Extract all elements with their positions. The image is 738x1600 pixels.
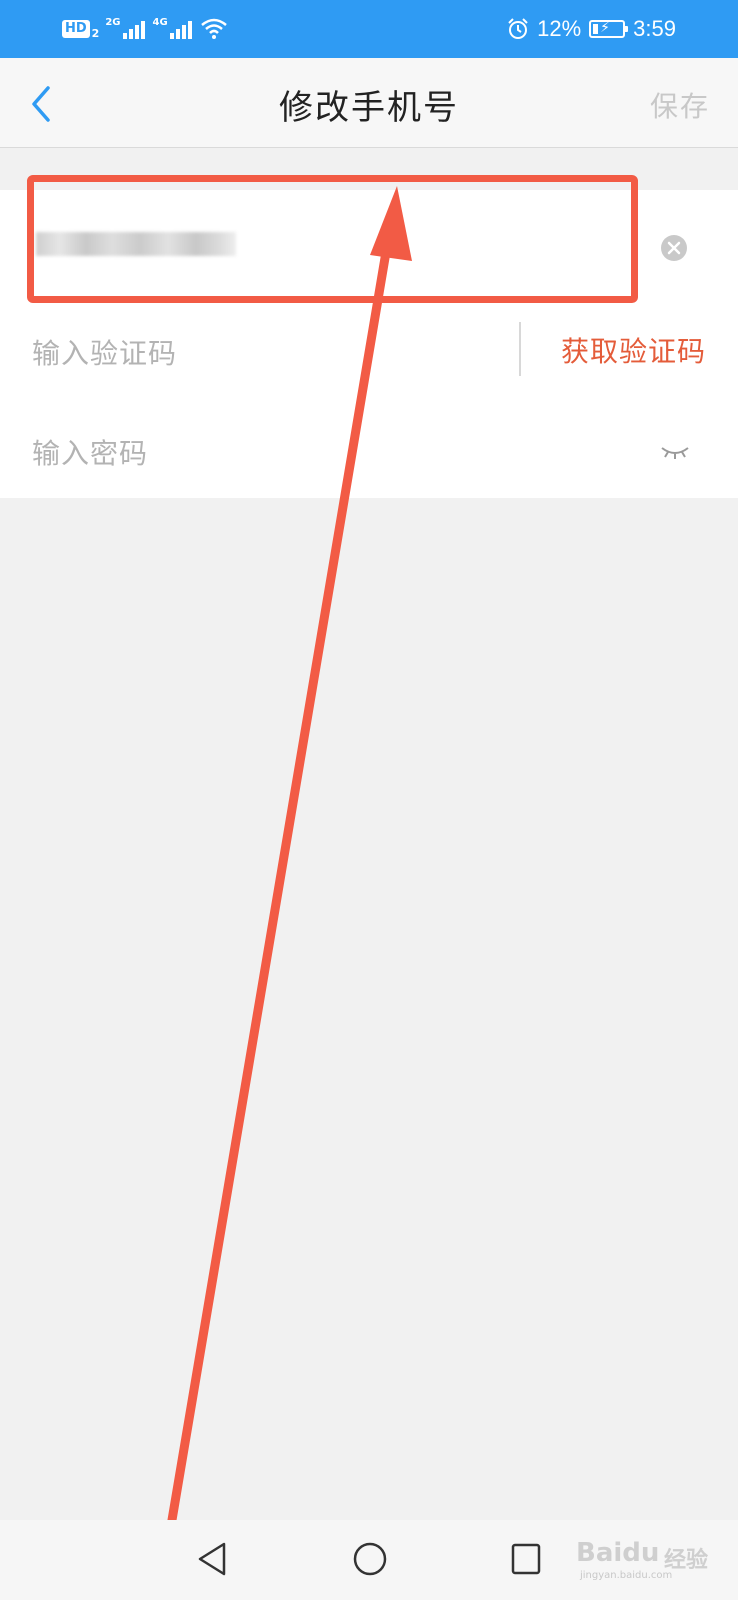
- bolt-icon: ⚡: [600, 20, 611, 36]
- alarm-icon: [508, 18, 528, 39]
- network-tag-2: 4G: [152, 16, 168, 28]
- status-right: 12% ⚡ 3:59: [507, 12, 676, 46]
- clear-icon[interactable]: [660, 234, 688, 262]
- signal-icon: [169, 21, 192, 39]
- watermark-logo: Baidu: [576, 1538, 660, 1568]
- password-input[interactable]: 输入密码: [32, 432, 148, 472]
- verification-code-input[interactable]: 输入验证码: [32, 332, 177, 372]
- battery-charging-icon: ⚡: [589, 20, 629, 38]
- hd-badge: HD: [62, 20, 90, 38]
- status-bar: HD 2 2G 4G 12% ⚡ 3:59: [0, 0, 738, 58]
- save-button[interactable]: 保存: [650, 85, 710, 125]
- annotation-highlight-box: [27, 175, 638, 303]
- divider: [519, 322, 521, 376]
- nav-back-icon[interactable]: [196, 1540, 228, 1578]
- status-left: HD 2 2G 4G: [62, 14, 228, 44]
- hd-sub: 2: [91, 26, 100, 40]
- eye-closed-icon[interactable]: [660, 442, 690, 462]
- watermark-url: jingyan.baidu.com: [580, 1570, 673, 1581]
- network-tag-1: 2G: [105, 16, 121, 28]
- wifi-icon: [200, 18, 227, 39]
- nav-home-icon[interactable]: [352, 1540, 388, 1578]
- password-row[interactable]: 输入密码: [0, 400, 738, 498]
- battery-percent: 12%: [537, 16, 582, 41]
- header: 修改手机号 保存: [0, 58, 738, 148]
- page-title: 修改手机号: [279, 88, 459, 128]
- baidu-watermark: Baidu 经验 jingyan.baidu.com: [576, 1532, 726, 1584]
- status-time: 3:59: [633, 16, 676, 41]
- verification-code-row[interactable]: 输入验证码 获取验证码: [0, 300, 738, 400]
- nav-recent-icon[interactable]: [510, 1540, 542, 1578]
- signal-icon: [122, 21, 145, 39]
- get-code-button[interactable]: 获取验证码: [561, 330, 706, 370]
- battery-fill: [593, 24, 599, 34]
